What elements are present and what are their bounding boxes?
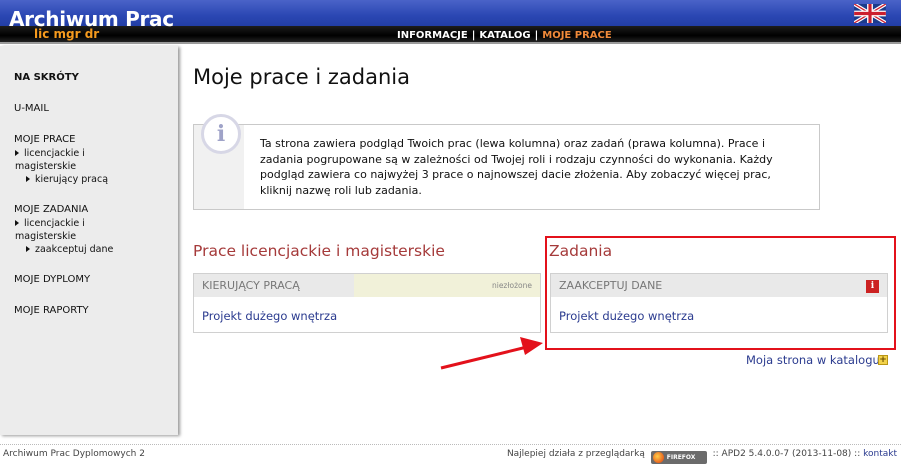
firefox-badge[interactable]: FIREFOX: [650, 451, 707, 464]
contact-link[interactable]: kontakt: [863, 449, 897, 459]
sidebar-subitem-zaakceptuj[interactable]: zaakceptuj dane: [26, 244, 113, 255]
uk-flag-icon[interactable]: [854, 4, 886, 23]
nav-separator: |: [534, 30, 539, 41]
info-box: i Ta strona zawiera podgląd Twoich prac …: [193, 114, 820, 210]
firefox-icon: [652, 452, 664, 463]
sidebar-item-moje-raporty[interactable]: MOJE RAPORTY: [14, 305, 89, 316]
footer-app-name: Archiwum Prac Dyplomowych 2: [3, 449, 145, 459]
app-subtitle: lic mgr dr: [34, 27, 100, 41]
sidebar-subitem-label: licencjackie i magisterskie: [15, 218, 85, 242]
footer-info: Najlepiej działa z przeglądarką FIREFOX …: [507, 449, 897, 464]
sidebar-subitem-label: zaakceptuj dane: [35, 244, 114, 255]
triangle-right-icon: [26, 176, 30, 182]
prace-panel: KIERUJĄCY PRACĄ niezłożone Projekt dużeg…: [193, 273, 541, 333]
sidebar-subitem-licencjackie[interactable]: licencjackie i magisterskie: [15, 147, 105, 173]
plus-icon[interactable]: +: [878, 355, 888, 365]
triangle-right-icon: [15, 150, 19, 156]
sidebar-item-u-mail[interactable]: U-MAIL: [14, 103, 49, 114]
firefox-label: FIREFOX: [666, 454, 696, 461]
top-navigation: INFORMACJE | KATALOG | MOJE PRACE: [397, 30, 612, 41]
sidebar-item-moje-prace[interactable]: MOJE PRACE: [14, 134, 75, 145]
footer-best-with: Najlepiej działa z przeglądarką: [506, 449, 645, 459]
footer-version: :: APD2 5.4.0.0-7 (2013-11-08) ::: [712, 449, 861, 459]
nav-moje-prace[interactable]: MOJE PRACE: [542, 30, 611, 41]
triangle-right-icon: [15, 220, 19, 226]
section-title-prace: Prace licencjackie i magisterskie: [193, 242, 445, 260]
nav-informacje[interactable]: INFORMACJE: [397, 30, 468, 41]
highlight-box: [545, 236, 896, 350]
page-title: Moje prace i zadania: [193, 65, 410, 89]
sidebar-subitem-label: kierujący pracą: [35, 174, 109, 185]
info-text: Ta strona zawiera podgląd Twoich prac (l…: [260, 137, 773, 197]
info-icon: i: [201, 114, 241, 154]
sidebar-subitem-kierujacy[interactable]: kierujący pracą: [26, 174, 108, 185]
sidebar-item-moje-dyplomy[interactable]: MOJE DYPLOMY: [14, 274, 90, 285]
sidebar-subitem-licencjackie[interactable]: licencjackie i magisterskie: [15, 217, 105, 243]
status-label: niezłożone: [354, 274, 540, 297]
sidebar-subitem-label: licencjackie i magisterskie: [15, 148, 85, 172]
nav-separator: |: [471, 30, 476, 41]
sidebar-item-moje-zadania[interactable]: MOJE ZADANIA: [14, 204, 88, 215]
role-header-kierujacy[interactable]: KIERUJĄCY PRACĄ: [194, 274, 354, 297]
nav-katalog[interactable]: KATALOG: [479, 30, 530, 41]
sidebar-item-na-skroty[interactable]: NA SKRÓTY: [14, 72, 79, 83]
triangle-right-icon: [26, 246, 30, 252]
footer-divider: [0, 444, 901, 445]
catalog-link[interactable]: Moja strona w katalogu: [746, 353, 880, 367]
work-link[interactable]: Projekt dużego wnętrza: [202, 309, 337, 323]
